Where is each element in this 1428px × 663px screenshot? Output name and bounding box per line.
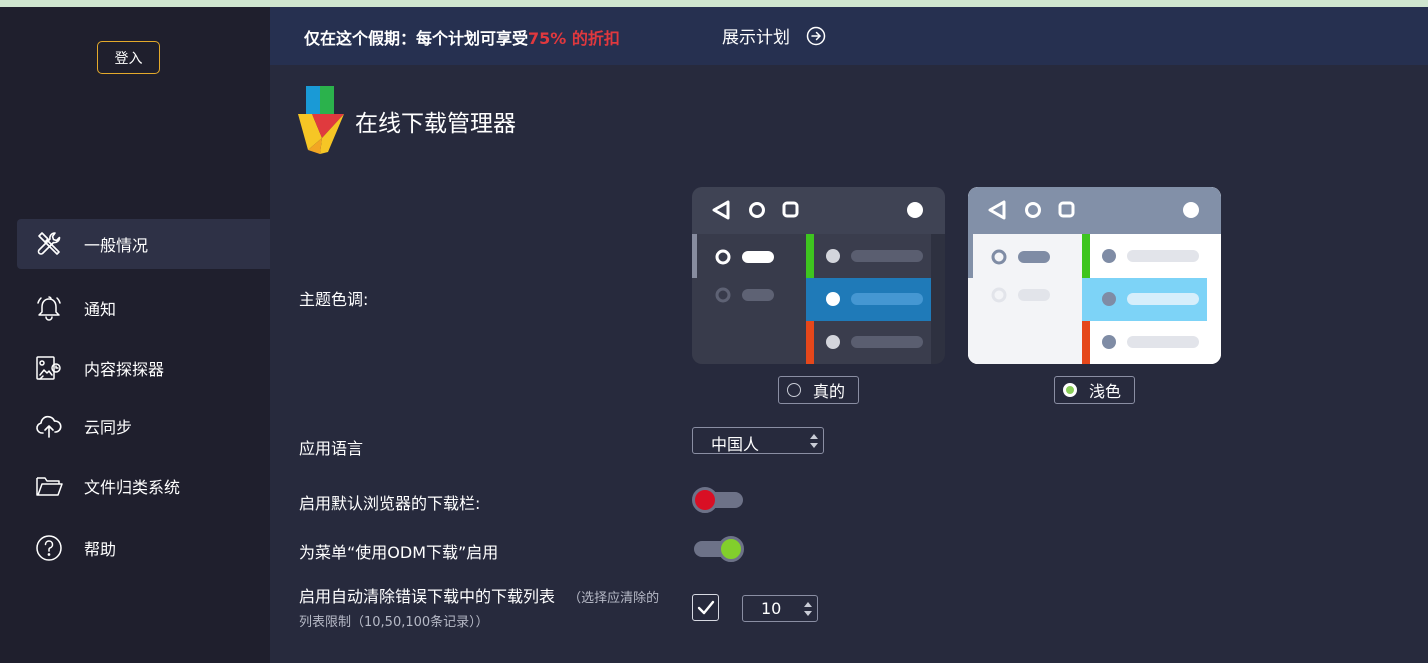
sidebar-item-label: 一般情况 [84, 236, 149, 255]
sidebar-item-label: 通知 [84, 300, 117, 319]
bell-icon [33, 292, 65, 324]
toggle-knob [692, 487, 718, 513]
arrow-right-circle-icon [806, 26, 826, 45]
auto-clear-label: 启用自动清除错误下载中的下载列表 [299, 587, 556, 606]
language-select[interactable]: 中国人 [692, 427, 824, 454]
sidebar-item-label: 云同步 [84, 418, 133, 437]
cloud-upload-icon [33, 410, 65, 442]
app-title: 在线下载管理器 [355, 111, 516, 137]
theme-option-light[interactable]: 浅色 [1054, 376, 1135, 404]
help-icon [33, 532, 65, 564]
radio-light[interactable] [1063, 383, 1077, 397]
radio-dark[interactable] [787, 383, 801, 397]
sidebar-item-label: 帮助 [84, 540, 117, 559]
language-label: 应用语言 [299, 439, 364, 458]
odm-menu-label: 为菜单“使用ODM下载”启用 [299, 543, 499, 562]
light-theme-preview[interactable] [968, 187, 1221, 364]
sidebar: 登入 一般情况 通知 内容探探器 云同步 文件归类系统 帮助 [0, 7, 270, 663]
promo-banner: 仅在这个假期：每个计划可享受75% 的折扣 展示计划 [270, 7, 1428, 65]
folder-icon [33, 470, 65, 502]
stepper-arrows-icon[interactable] [803, 600, 813, 618]
promo-text: 仅在这个假期：每个计划可享受75% 的折扣 [304, 29, 620, 48]
sidebar-item-file-sorting[interactable]: 文件归类系统 [17, 461, 270, 511]
window-top-strip [0, 0, 1428, 7]
promo-highlight: 75% 的折扣 [528, 29, 620, 48]
content-explorer-icon [33, 352, 65, 384]
auto-clear-hint-2: 列表限制（10,50,100条记录）） [299, 615, 489, 630]
theme-option-dark[interactable]: 真的 [778, 376, 859, 404]
auto-clear-hint: （选择应清除的 [568, 591, 660, 606]
browser-bar-label: 启用默认浏览器的下载栏: [299, 494, 481, 513]
sidebar-item-help[interactable]: 帮助 [17, 523, 270, 573]
sidebar-item-notifications[interactable]: 通知 [17, 283, 270, 333]
show-plans-link[interactable]: 展示计划 [722, 23, 826, 48]
sidebar-item-general[interactable]: 一般情况 [17, 219, 270, 269]
select-arrows-icon [810, 434, 818, 448]
dark-theme-preview[interactable] [692, 187, 945, 364]
odm-menu-toggle[interactable] [692, 535, 744, 563]
toggle-knob [718, 536, 744, 562]
tools-icon [33, 228, 65, 260]
sidebar-item-label: 内容探探器 [84, 360, 165, 379]
sidebar-item-cloud-sync[interactable]: 云同步 [17, 401, 270, 451]
login-button[interactable]: 登入 [97, 41, 160, 74]
theme-label: 主题色调: [299, 290, 369, 309]
sidebar-item-label: 文件归类系统 [84, 478, 181, 497]
checkmark-icon [697, 600, 714, 614]
browser-bar-toggle[interactable] [692, 486, 744, 514]
auto-clear-checkbox[interactable] [692, 594, 719, 621]
app-logo [298, 86, 344, 154]
sidebar-item-content-explorer[interactable]: 内容探探器 [17, 343, 270, 393]
auto-clear-label-group: 启用自动清除错误下载中的下载列表 （选择应清除的 列表限制（10,50,100条… [299, 586, 689, 634]
auto-clear-limit-stepper[interactable]: 10 [742, 595, 818, 622]
